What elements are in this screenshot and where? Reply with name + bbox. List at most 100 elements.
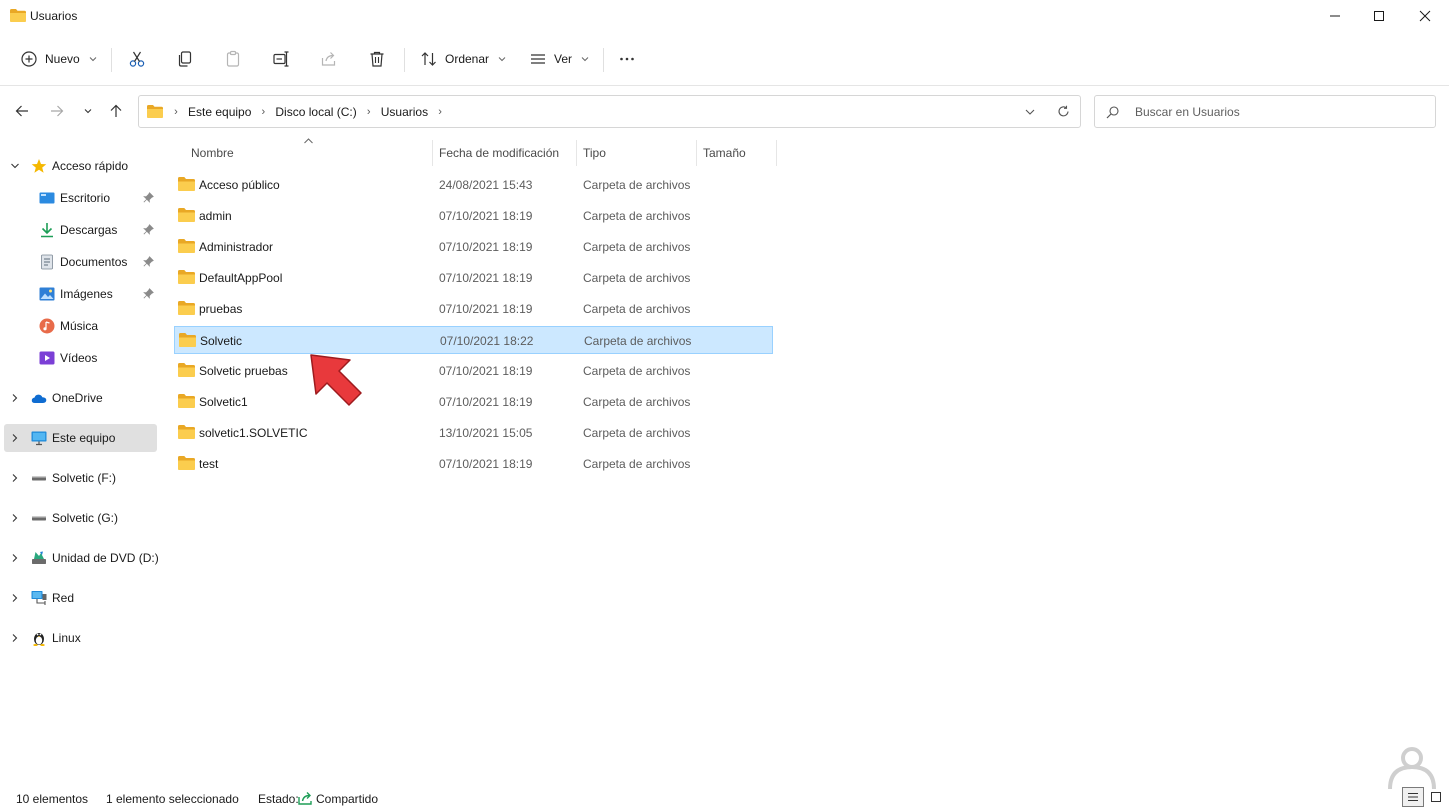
file-name: test [199, 457, 219, 471]
drive-icon [32, 516, 46, 521]
sidebar-item-label: Documentos [60, 255, 128, 269]
status-state-label: Estado: [258, 792, 299, 806]
arrow-up-icon [110, 104, 122, 117]
rename-icon [273, 51, 289, 67]
breadcrumb-chevron-icon[interactable]: › [256, 106, 270, 118]
chevron-right-icon[interactable] [10, 633, 20, 643]
sidebar-item-linux[interactable]: Linux [4, 624, 157, 652]
file-type: Carpeta de archivos [583, 240, 691, 254]
chevron-right-icon[interactable] [10, 433, 20, 443]
minimize-button[interactable] [1312, 0, 1358, 32]
sidebar-item-this-pc[interactable]: Este equipo [4, 424, 157, 452]
copy-button[interactable] [176, 44, 194, 74]
drive-icon [32, 476, 46, 481]
pin-icon[interactable] [143, 288, 154, 299]
pin-icon[interactable] [143, 192, 154, 203]
breadcrumb-chevron-icon[interactable]: › [169, 106, 183, 118]
up-button[interactable] [105, 100, 127, 122]
column-header-type[interactable]: Tipo [577, 140, 697, 166]
delete-button[interactable] [368, 44, 386, 74]
more-icon [620, 57, 634, 61]
recent-locations-button[interactable] [77, 100, 99, 122]
sort-button[interactable]: Ordenar [420, 44, 506, 74]
sidebar-item-drive-g[interactable]: Solvetic (G:) [4, 504, 157, 532]
pin-icon[interactable] [143, 224, 154, 235]
file-row-selected[interactable]: Solvetic 07/10/2021 18:22 Carpeta de arc… [174, 326, 773, 354]
file-date: 07/10/2021 18:19 [439, 302, 533, 316]
search-box[interactable] [1094, 95, 1436, 128]
close-button[interactable] [1402, 0, 1448, 32]
sidebar-item-onedrive[interactable]: OneDrive [4, 384, 157, 412]
file-row[interactable]: Solvetic1 07/10/2021 18:19 Carpeta de ar… [174, 388, 773, 416]
column-header-date[interactable]: Fecha de modificación [433, 140, 577, 166]
address-history-chevron-icon[interactable] [1024, 106, 1036, 118]
refresh-icon[interactable] [1057, 105, 1070, 118]
breadcrumb-item[interactable]: Este equipo [183, 105, 256, 119]
share-icon [321, 52, 336, 66]
address-bar[interactable]: › Este equipo › Disco local (C:) › Usuar… [138, 95, 1081, 128]
toolbar-divider [404, 48, 405, 72]
chevron-right-icon[interactable] [10, 513, 20, 523]
chevron-right-icon[interactable] [10, 553, 20, 563]
maximize-button[interactable] [1356, 0, 1402, 32]
navigation-pane: Acceso rápido Escritorio Descargas Docum… [0, 140, 165, 780]
rename-button[interactable] [272, 44, 290, 74]
file-row[interactable]: Acceso público 24/08/2021 15:43 Carpeta … [174, 171, 773, 199]
column-header-name[interactable]: Nombre [185, 140, 433, 166]
breadcrumb-item[interactable]: Usuarios [376, 105, 433, 119]
sidebar-item-quick-access[interactable]: Acceso rápido [4, 152, 157, 180]
maximize-icon [1374, 11, 1384, 21]
sidebar-item-desktop[interactable]: Escritorio [4, 184, 157, 212]
file-row[interactable]: solvetic1.SOLVETIC 13/10/2021 15:05 Carp… [174, 419, 773, 447]
chevron-down-icon [498, 57, 506, 62]
sidebar-item-network[interactable]: Red [4, 584, 157, 612]
folder-icon [147, 105, 163, 118]
file-row[interactable]: DefaultAppPool 07/10/2021 18:19 Carpeta … [174, 264, 773, 292]
sidebar-item-videos[interactable]: Vídeos [4, 344, 157, 372]
download-icon [41, 223, 53, 238]
sidebar-item-label: OneDrive [52, 391, 103, 405]
chevron-right-icon[interactable] [10, 393, 20, 403]
file-row[interactable]: Solvetic pruebas 07/10/2021 18:19 Carpet… [174, 357, 773, 385]
file-row[interactable]: Administrador 07/10/2021 18:19 Carpeta d… [174, 233, 773, 261]
sidebar-item-pictures[interactable]: Imágenes [4, 280, 157, 308]
sidebar-item-downloads[interactable]: Descargas [4, 216, 157, 244]
file-row[interactable]: test 07/10/2021 18:19 Carpeta de archivo… [174, 450, 773, 478]
chevron-down-icon[interactable] [10, 161, 20, 171]
breadcrumb-item[interactable]: Disco local (C:) [270, 105, 361, 119]
forward-button[interactable] [46, 100, 68, 122]
breadcrumb-chevron-icon[interactable]: › [433, 106, 447, 118]
new-button[interactable]: Nuevo [20, 44, 97, 74]
chevron-right-icon[interactable] [10, 473, 20, 483]
view-button[interactable]: Ver [529, 44, 589, 74]
sidebar-item-dvd-drive[interactable]: Unidad de DVD (D:) [4, 544, 159, 572]
file-row[interactable]: admin 07/10/2021 18:19 Carpeta de archiv… [174, 202, 773, 230]
back-button[interactable] [11, 100, 33, 122]
file-row[interactable]: pruebas 07/10/2021 18:19 Carpeta de arch… [174, 295, 773, 323]
file-name: solvetic1.SOLVETIC [199, 426, 308, 440]
file-name: pruebas [199, 302, 243, 316]
close-icon [1419, 10, 1431, 22]
cut-icon [129, 51, 145, 67]
pin-icon[interactable] [143, 256, 154, 267]
new-label: Nuevo [45, 52, 80, 66]
window-title: Usuarios [30, 9, 78, 23]
sidebar-item-music[interactable]: Música [4, 312, 157, 340]
file-type: Carpeta de archivos [583, 178, 691, 192]
paste-icon [226, 50, 240, 67]
cut-button[interactable] [128, 44, 146, 74]
sidebar-item-drive-f[interactable]: Solvetic (F:) [4, 464, 157, 492]
more-options-button[interactable] [618, 44, 636, 74]
sidebar-item-documents[interactable]: Documentos [4, 248, 157, 276]
sidebar-item-label: Red [52, 591, 75, 605]
chevron-right-icon[interactable] [10, 593, 20, 603]
file-name: Administrador [199, 240, 274, 254]
folder-icon [178, 239, 195, 253]
sidebar-item-label: Vídeos [60, 351, 98, 365]
share-button[interactable] [320, 44, 338, 74]
column-header-size[interactable]: Tamaño [697, 140, 777, 166]
paste-button[interactable] [224, 44, 242, 74]
breadcrumb-chevron-icon[interactable]: › [362, 106, 376, 118]
search-input[interactable] [1135, 102, 1425, 122]
plus-circle-icon [21, 51, 37, 67]
